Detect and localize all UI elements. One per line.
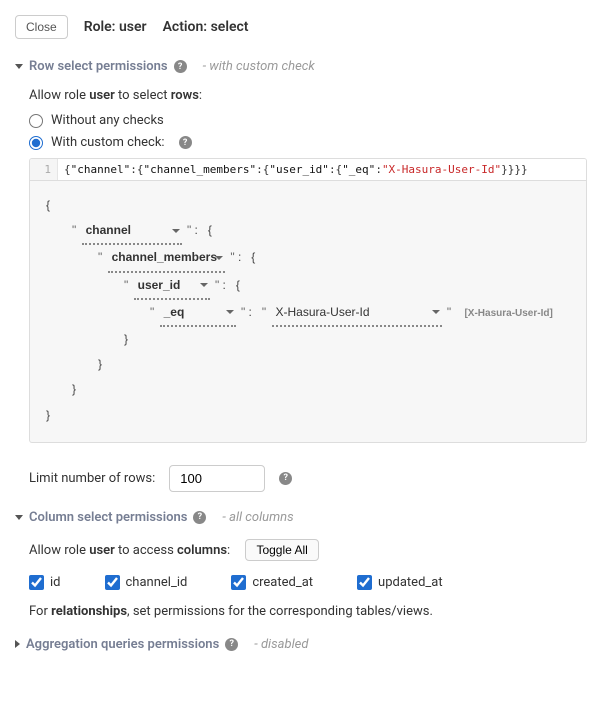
radio-without-checks-label: Without any checks bbox=[51, 113, 164, 128]
radio-without-checks[interactable] bbox=[29, 114, 43, 128]
field-select-user-id[interactable]: user_id bbox=[134, 273, 210, 300]
column-permissions-header[interactable]: Column select permissions ? - all column… bbox=[15, 510, 587, 525]
help-icon[interactable]: ? bbox=[279, 472, 292, 485]
aggregation-permissions-status: - disabled bbox=[254, 637, 308, 652]
help-icon[interactable]: ? bbox=[179, 136, 192, 149]
help-icon[interactable]: ? bbox=[174, 60, 187, 73]
help-icon[interactable]: ? bbox=[225, 638, 238, 651]
column-check-id[interactable]: id bbox=[29, 575, 61, 590]
permission-json-content: {"channel":{"channel_members":{"user_id"… bbox=[58, 159, 586, 180]
column-allow-text: Allow role user to access columns: Toggl… bbox=[29, 539, 587, 561]
checkbox-updated-at[interactable] bbox=[357, 575, 372, 590]
close-button[interactable]: Close bbox=[15, 15, 68, 39]
chevron-right-icon bbox=[15, 640, 20, 648]
value-hint: [X-Hasura-User-Id] bbox=[464, 308, 552, 319]
limit-label: Limit number of rows: bbox=[29, 471, 155, 486]
column-check-created-at[interactable]: created_at bbox=[231, 575, 313, 590]
value-input[interactable]: X-Hasura-User-Id bbox=[272, 300, 442, 327]
column-permissions-title: Column select permissions bbox=[29, 510, 187, 525]
radio-custom-check-label: With custom check: bbox=[51, 135, 165, 150]
aggregation-permissions-title: Aggregation queries permissions bbox=[26, 637, 219, 652]
checkbox-id[interactable] bbox=[29, 575, 44, 590]
relationships-note: For relationships, set permissions for t… bbox=[29, 604, 587, 619]
column-permissions-status: - all columns bbox=[222, 510, 293, 525]
field-select-channel-members[interactable]: channel_members bbox=[108, 245, 225, 272]
row-permissions-status: - with custom check bbox=[203, 59, 315, 74]
checkbox-created-at[interactable] bbox=[231, 575, 246, 590]
checkbox-channel-id[interactable] bbox=[105, 575, 120, 590]
operator-select-eq[interactable]: _eq bbox=[160, 300, 236, 327]
radio-custom-check[interactable] bbox=[29, 136, 43, 150]
help-icon[interactable]: ? bbox=[193, 511, 206, 524]
action-label: Action: select bbox=[163, 19, 249, 35]
permission-builder: { " channel " : { " channel_members " : … bbox=[29, 181, 587, 443]
permission-json-editor[interactable]: 1 {"channel":{"channel_members":{"user_i… bbox=[29, 158, 587, 181]
row-permissions-header[interactable]: Row select permissions ? - with custom c… bbox=[15, 59, 587, 74]
row-permissions-title: Row select permissions bbox=[29, 59, 168, 74]
toggle-all-button[interactable]: Toggle All bbox=[245, 539, 318, 561]
aggregation-permissions-header[interactable]: Aggregation queries permissions ? - disa… bbox=[15, 637, 587, 652]
chevron-down-icon bbox=[15, 64, 23, 69]
chevron-down-icon bbox=[15, 515, 23, 520]
row-allow-text: Allow role user to select rows: bbox=[29, 88, 587, 103]
line-number: 1 bbox=[30, 159, 58, 180]
column-check-channel-id[interactable]: channel_id bbox=[105, 575, 188, 590]
field-select-channel[interactable]: channel bbox=[82, 218, 182, 245]
role-label: Role: user bbox=[84, 19, 147, 35]
limit-rows-input[interactable] bbox=[169, 465, 265, 492]
column-check-updated-at[interactable]: updated_at bbox=[357, 575, 443, 590]
